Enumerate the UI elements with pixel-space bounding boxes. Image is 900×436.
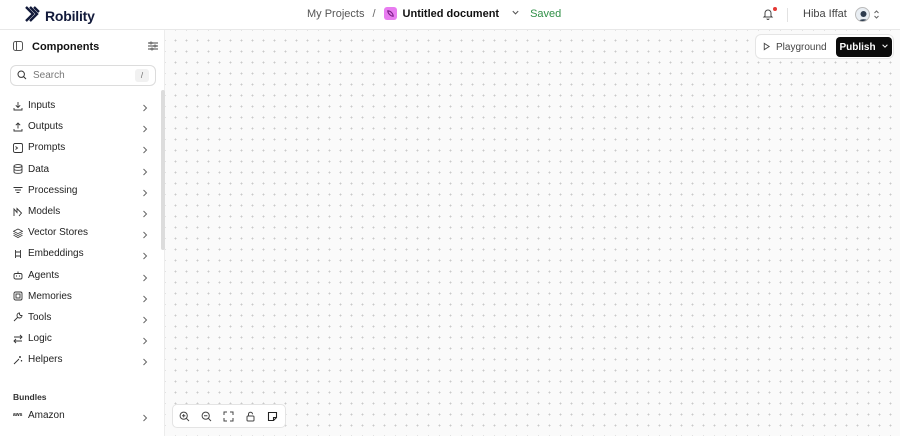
playground-label: Playground: [776, 42, 827, 53]
filter-settings-icon[interactable]: [148, 40, 158, 54]
chevron-right-icon: [142, 207, 148, 221]
sidebar-item-vector-stores[interactable]: Vector Stores: [0, 222, 160, 243]
document-menu-chevron-icon[interactable]: [511, 8, 520, 20]
download-icon: [13, 101, 23, 111]
header-divider: [787, 8, 788, 22]
arrows-swap-icon: [13, 334, 23, 344]
sidebar-item-models[interactable]: Models: [0, 201, 160, 222]
playground-button[interactable]: Playground: [762, 38, 827, 57]
sidebar-item-label: Inputs: [28, 100, 56, 112]
bundles-heading: Bundles: [13, 392, 47, 402]
play-icon: [762, 42, 771, 54]
bundle-item-amazon[interactable]: aws Amazon: [0, 405, 160, 425]
chevron-right-icon: [142, 186, 148, 200]
save-status: Saved: [530, 7, 562, 20]
sidebar-item-label: Embeddings: [28, 248, 84, 260]
breadcrumb: My Projects / Untitled document Saved: [307, 7, 561, 20]
fit-view-icon[interactable]: [223, 411, 234, 422]
sidebar-item-agents[interactable]: Agents: [0, 265, 160, 286]
notification-dot: [773, 7, 777, 11]
wrench-icon: [13, 312, 23, 322]
bot-icon: [13, 270, 23, 280]
notification-bell-icon[interactable]: [762, 8, 774, 23]
aws-icon: aws: [13, 412, 23, 418]
terminal-icon: [13, 143, 23, 153]
chevron-right-icon: [142, 313, 148, 327]
upload-icon: [13, 122, 23, 132]
sidebar-item-label: Processing: [28, 184, 78, 196]
flow-canvas[interactable]: [165, 30, 900, 436]
zoom-in-icon[interactable]: [179, 411, 190, 422]
app-root: Robility My Projects / Untitled document…: [0, 0, 900, 436]
memory-icon: [13, 291, 23, 301]
embeddings-icon: [13, 249, 23, 259]
canvas-actions: Playground Publish: [755, 34, 894, 59]
sidebar-item-label: Logic: [28, 333, 52, 345]
robility-logo-icon: [24, 5, 40, 26]
chevron-right-icon: [142, 165, 148, 179]
sidebar-item-embeddings[interactable]: Embeddings: [0, 243, 160, 264]
chevron-right-icon: [142, 122, 148, 136]
publish-button[interactable]: Publish: [836, 37, 892, 57]
user-name[interactable]: Hiba Iffat: [803, 8, 847, 20]
sidebar-title: Components: [32, 41, 100, 53]
chevron-right-icon: [142, 228, 148, 242]
filter-lines-icon: [13, 185, 23, 195]
components-panel-icon: [13, 40, 23, 54]
chevron-right-icon: [142, 101, 148, 115]
sidebar-item-outputs[interactable]: Outputs: [0, 116, 160, 137]
chevron-right-icon: [142, 355, 148, 369]
chevron-down-icon: [881, 42, 889, 53]
search-shortcut-hint: /: [135, 69, 149, 82]
breadcrumb-my-projects[interactable]: My Projects: [307, 8, 364, 20]
canvas-controls: [172, 404, 286, 428]
sidebar-item-label: Helpers: [28, 354, 63, 366]
search-input[interactable]: [33, 70, 133, 81]
sidebar-item-data[interactable]: Data: [0, 159, 160, 180]
note-icon[interactable]: [267, 411, 278, 422]
bundle-item-label: Amazon: [28, 409, 65, 421]
layers-icon: [13, 228, 23, 238]
top-header: Robility My Projects / Untitled document…: [0, 0, 900, 30]
sidebar-item-label: Data: [28, 163, 50, 175]
sidebar-header: Components: [13, 40, 158, 54]
brand-name: Robility: [45, 7, 95, 24]
document-icon: [383, 7, 397, 20]
sidebar-item-label: Tools: [28, 311, 52, 323]
model-icon: [13, 206, 23, 217]
sidebar-item-processing[interactable]: Processing: [0, 180, 160, 201]
document-title[interactable]: Untitled document: [403, 8, 500, 20]
database-icon: [13, 164, 23, 174]
chevron-right-icon: [142, 334, 148, 348]
chevron-right-icon: [142, 411, 148, 425]
avatar[interactable]: [855, 7, 870, 22]
sidebar-item-memories[interactable]: Memories: [0, 286, 160, 307]
sidebar-item-tools[interactable]: Tools: [0, 307, 160, 328]
sidebar-item-helpers[interactable]: Helpers: [0, 349, 160, 370]
sidebar-item-label: Outputs: [28, 121, 64, 133]
chevron-right-icon: [142, 271, 148, 285]
breadcrumb-separator: /: [372, 7, 376, 20]
chevron-right-icon: [142, 292, 148, 306]
sidebar-item-label: Models: [28, 206, 61, 218]
chevron-right-icon: [142, 249, 148, 263]
sidebar-item-label: Agents: [28, 269, 60, 281]
sidebar-item-label: Prompts: [28, 142, 66, 154]
sidebar-item-label: Vector Stores: [28, 227, 89, 239]
user-menu-chevron-icon[interactable]: [873, 9, 880, 23]
sidebar-item-inputs[interactable]: Inputs: [0, 95, 160, 116]
sidebar-item-prompts[interactable]: Prompts: [0, 137, 160, 158]
brand-logo[interactable]: Robility: [24, 5, 95, 26]
sidebar-item-logic[interactable]: Logic: [0, 328, 160, 349]
search-icon: [17, 69, 27, 83]
category-list: Inputs Outputs Prompts Data Processing M…: [0, 95, 160, 370]
search-box[interactable]: /: [10, 65, 156, 86]
chevron-right-icon: [142, 143, 148, 157]
sidebar-item-label: Memories: [28, 290, 72, 302]
components-sidebar: Components / Inputs Outputs: [0, 30, 165, 436]
publish-label: Publish: [839, 41, 876, 53]
magic-wand-icon: [13, 355, 23, 365]
zoom-out-icon[interactable]: [201, 411, 212, 422]
lock-icon[interactable]: [245, 411, 256, 422]
